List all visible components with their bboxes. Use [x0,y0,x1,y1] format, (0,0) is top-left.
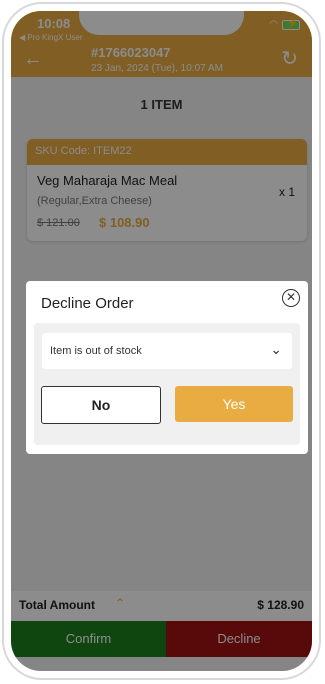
app-screen: 10:08 ◀ Pro KingX User ◠ ⚡ ← #1766023047… [11,11,312,671]
decline-order-dialog: Decline Order ✕ Item is out of stock ⌄ N… [26,281,308,454]
dialog-title: Decline Order [41,295,134,312]
phone-frame: 10:08 ◀ Pro KingX User ◠ ⚡ ← #1766023047… [2,2,321,680]
no-button[interactable]: No [41,386,161,424]
decline-reason-select[interactable]: Item is out of stock ⌄ [42,333,292,369]
chevron-down-icon[interactable]: ⌄ [270,341,282,358]
yes-button[interactable]: Yes [175,386,293,422]
dialog-panel: Item is out of stock ⌄ No Yes [34,323,300,445]
decline-reason-value: Item is out of stock [50,345,142,357]
close-icon[interactable]: ✕ [282,289,300,307]
